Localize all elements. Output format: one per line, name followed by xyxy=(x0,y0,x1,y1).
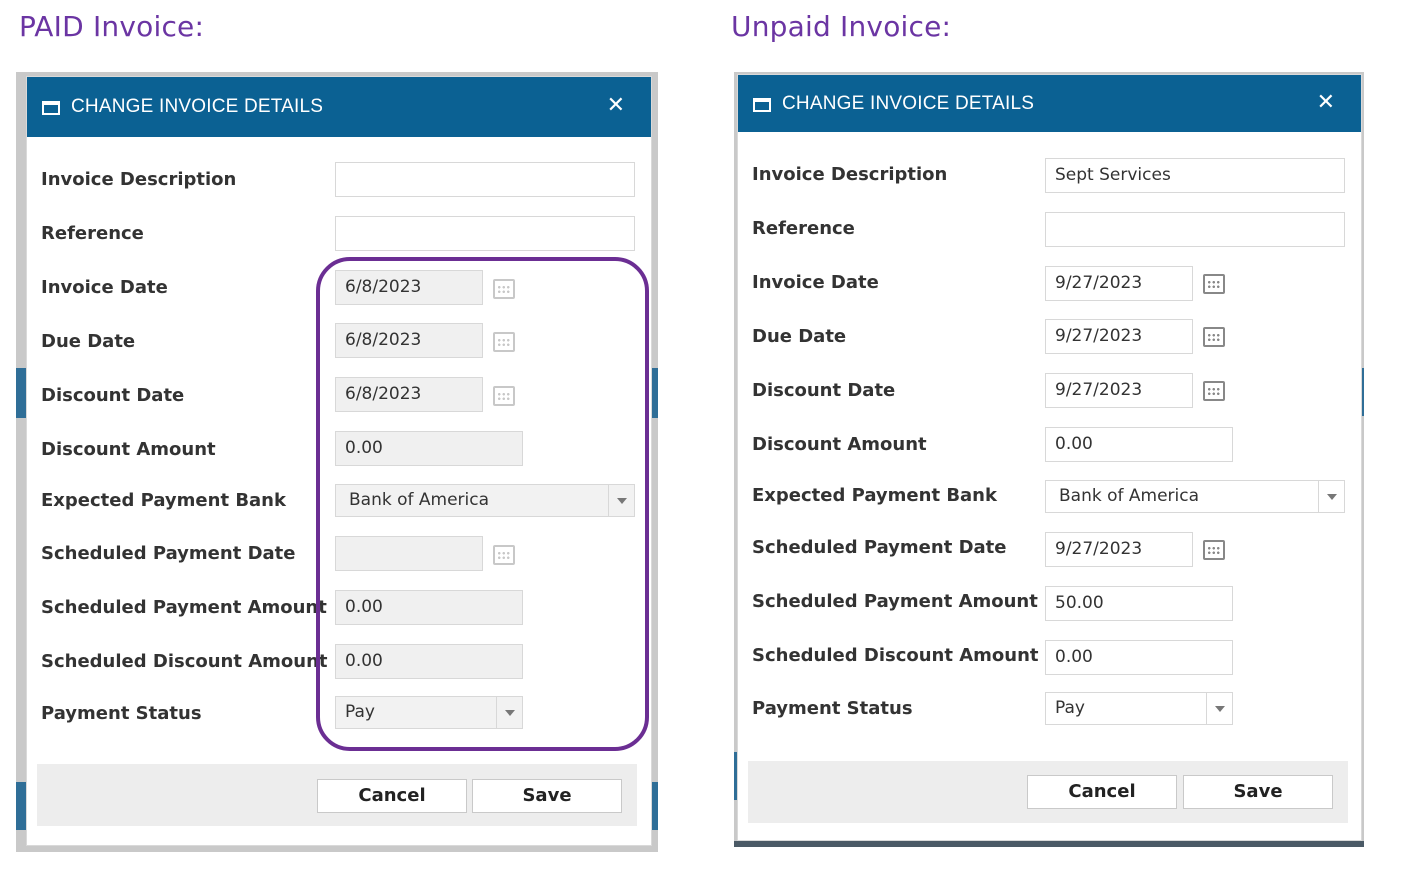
discount-amount-input[interactable]: 0.00 xyxy=(1045,427,1233,462)
calendar-icon[interactable] xyxy=(1203,538,1225,560)
calendar-icon[interactable] xyxy=(1203,325,1225,347)
dialog-title: CHANGE INVOICE DETAILS xyxy=(71,96,324,117)
dialog-title: CHANGE INVOICE DETAILS xyxy=(782,93,1035,114)
label-reference: Reference xyxy=(752,218,855,239)
reference-input[interactable] xyxy=(335,216,635,251)
dialog-footer: Cancel Save xyxy=(37,764,637,826)
highlight-outline xyxy=(316,257,649,751)
cancel-button[interactable]: Cancel xyxy=(1027,775,1177,809)
label-due-date: Due Date xyxy=(41,331,136,352)
label-discount-amount: Discount Amount xyxy=(41,439,216,460)
window-icon xyxy=(753,98,771,112)
label-invoice-date: Invoice Date xyxy=(752,272,879,293)
due-date-input[interactable]: 9/27/2023 xyxy=(1045,319,1193,354)
scheduled-discount-amount-input[interactable]: 0.00 xyxy=(1045,640,1233,675)
payment-status-value: Pay xyxy=(1055,698,1085,718)
label-payment-status: Payment Status xyxy=(41,703,202,724)
calendar-icon[interactable] xyxy=(1203,272,1225,294)
label-scheduled-payment-amount: Scheduled Payment Amount xyxy=(752,591,1038,612)
chevron-down-icon[interactable] xyxy=(1318,481,1344,512)
label-scheduled-discount-amount: Scheduled Discount Amount xyxy=(752,645,1039,666)
invoice-description-input[interactable] xyxy=(335,162,635,197)
label-scheduled-payment-date: Scheduled Payment Date xyxy=(41,543,296,564)
reference-input[interactable] xyxy=(1045,212,1345,247)
dialog-titlebar: CHANGE INVOICE DETAILS ✕ xyxy=(738,75,1361,132)
close-icon[interactable]: ✕ xyxy=(607,93,625,118)
payment-status-select[interactable]: Pay xyxy=(1045,692,1233,725)
label-expected-payment-bank: Expected Payment Bank xyxy=(41,490,286,511)
dialog-titlebar: CHANGE INVOICE DETAILS ✕ xyxy=(27,77,651,137)
label-discount-amount: Discount Amount xyxy=(752,434,927,455)
expected-payment-bank-value: Bank of America xyxy=(1059,486,1200,506)
label-invoice-description: Invoice Description xyxy=(41,169,237,190)
label-reference: Reference xyxy=(41,223,144,244)
label-invoice-description: Invoice Description xyxy=(752,164,948,185)
label-invoice-date: Invoice Date xyxy=(41,277,168,298)
expected-payment-bank-select[interactable]: Bank of America xyxy=(1045,480,1345,513)
invoice-date-input[interactable]: 9/27/2023 xyxy=(1045,266,1193,301)
cancel-button[interactable]: Cancel xyxy=(317,779,467,813)
label-scheduled-payment-amount: Scheduled Payment Amount xyxy=(41,597,327,618)
unpaid-invoice-caption: Unpaid Invoice: xyxy=(731,10,952,43)
label-scheduled-payment-date: Scheduled Payment Date xyxy=(752,537,1007,558)
save-button[interactable]: Save xyxy=(472,779,622,813)
dialog-footer: Cancel Save xyxy=(748,761,1348,823)
calendar-icon[interactable] xyxy=(1203,379,1225,401)
label-expected-payment-bank: Expected Payment Bank xyxy=(752,485,997,506)
paid-invoice-caption: PAID Invoice: xyxy=(19,10,205,43)
chevron-down-icon[interactable] xyxy=(1206,693,1232,724)
label-discount-date: Discount Date xyxy=(41,385,185,406)
close-icon[interactable]: ✕ xyxy=(1317,90,1335,115)
label-due-date: Due Date xyxy=(752,326,847,347)
unpaid-change-invoice-dialog: CHANGE INVOICE DETAILS ✕ Invoice Descrip… xyxy=(737,74,1362,841)
label-scheduled-discount-amount: Scheduled Discount Amount xyxy=(41,651,328,672)
scheduled-payment-date-input[interactable]: 9/27/2023 xyxy=(1045,532,1193,567)
scheduled-payment-amount-input[interactable]: 50.00 xyxy=(1045,586,1233,621)
save-button[interactable]: Save xyxy=(1183,775,1333,809)
invoice-description-input[interactable]: Sept Services xyxy=(1045,158,1345,193)
window-icon xyxy=(42,101,60,115)
label-discount-date: Discount Date xyxy=(752,380,896,401)
discount-date-input[interactable]: 9/27/2023 xyxy=(1045,373,1193,408)
label-payment-status: Payment Status xyxy=(752,698,913,719)
